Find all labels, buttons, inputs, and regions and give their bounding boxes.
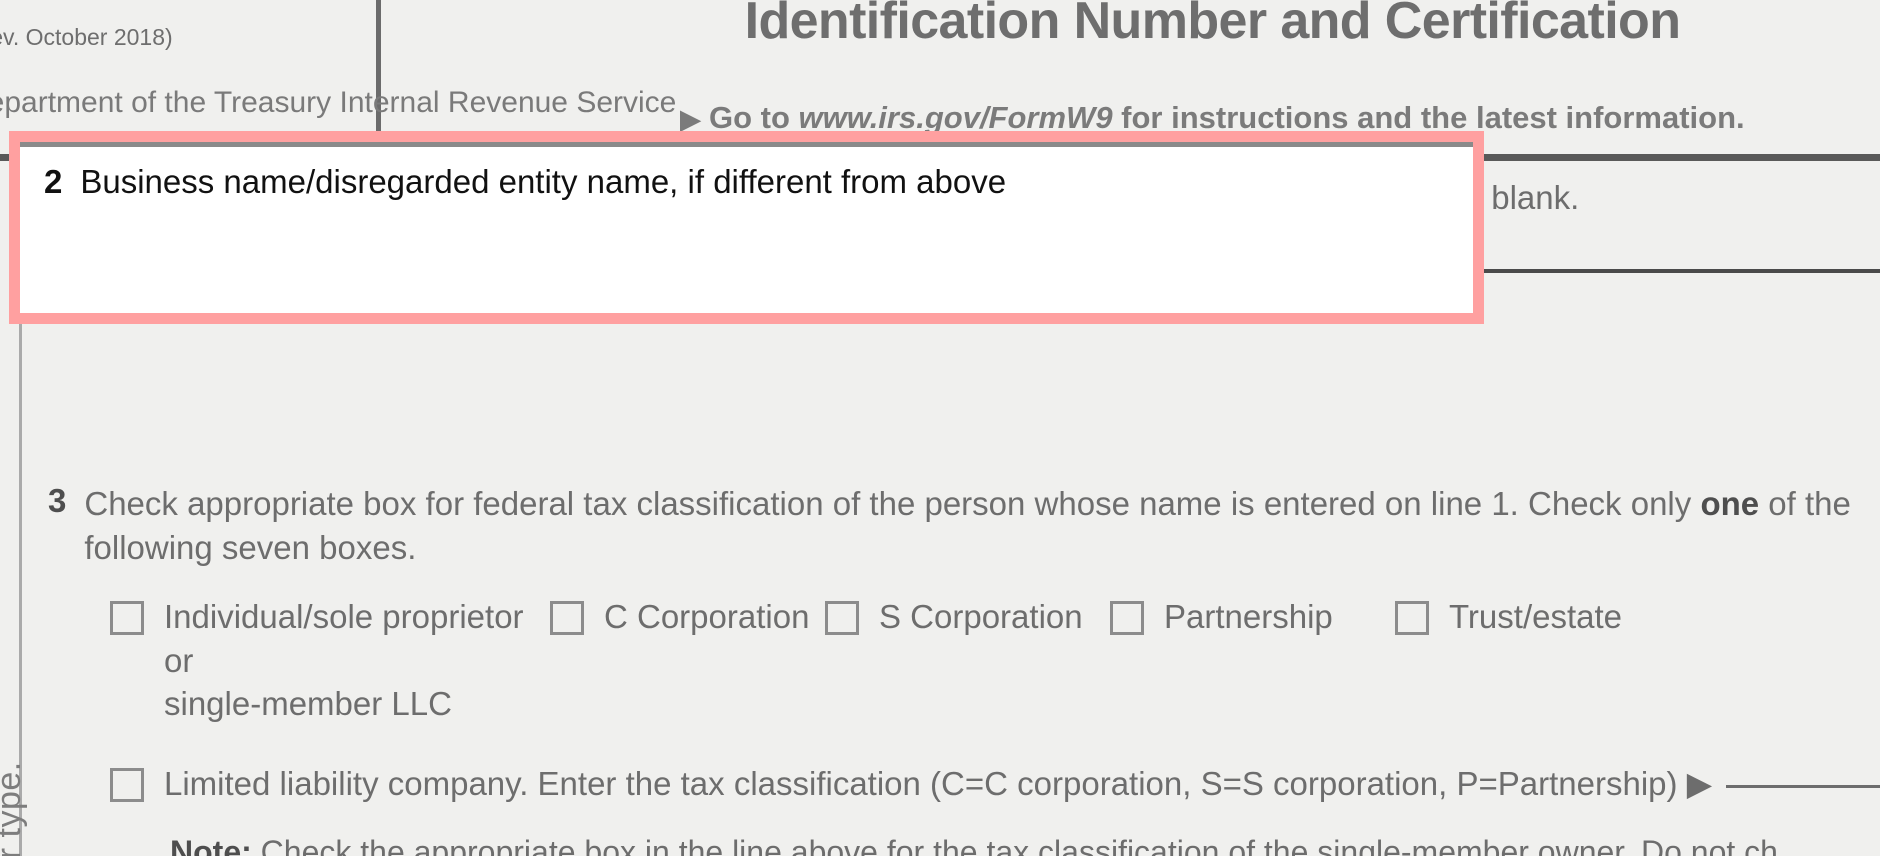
form-revision-date: (Rev. October 2018) (0, 24, 173, 50)
page-title: Request for Taxpayer Identification Numb… (381, 0, 1880, 53)
llc-label-text: Limited liability company. Enter the tax… (164, 764, 1678, 802)
irs-instructions-link-line: ▶ Go to www.irs.gov/FormW9 for instructi… (381, 100, 1880, 136)
line-2-label: Business name/disregarded entity name, i… (80, 163, 1007, 200)
checkbox-limited-liability-company[interactable]: Limited liability company. Enter the tax… (22, 762, 1880, 806)
form-number-w9: W-9 (72, 0, 296, 12)
checkbox-icon[interactable] (110, 601, 144, 636)
form-header: Form W-9 (Rev. October 2018) Department … (0, 0, 1880, 161)
left-gutter: Print or type. ific Instructions on page… (0, 161, 28, 856)
line-3-label: Check appropriate box for federal tax cl… (84, 482, 1850, 569)
checkbox-c-corporation[interactable]: C Corporation (550, 595, 825, 639)
checkbox-s-corporation[interactable]: S Corporation (825, 595, 1110, 639)
right-triangle-icon: ▶ (1686, 764, 1713, 802)
checkbox-partnership[interactable]: Partnership (1110, 595, 1395, 639)
checkbox-label: Individual/sole proprietor or single-mem… (164, 598, 524, 723)
note-line-1: Note: Check the appropriate box in the l… (170, 831, 1880, 856)
line-3-number: 3 (48, 482, 67, 519)
form-line-2[interactable]: 2 Business name/disregarded entity name,… (20, 142, 1473, 313)
line-3-label-emphasis: one (1700, 485, 1760, 522)
checkbox-icon[interactable] (110, 767, 144, 802)
llc-classification-input[interactable] (1726, 784, 1880, 788)
goto-prefix: Go to (708, 100, 799, 135)
form-w9-screenshot: Form W-9 (Rev. October 2018) Department … (0, 0, 1880, 856)
page-title-line2: Identification Number and Certification (744, 0, 1681, 51)
checkbox-icon[interactable] (1395, 601, 1429, 636)
note-prefix: Note: (170, 834, 252, 856)
checkbox-icon[interactable] (550, 601, 584, 636)
form-line-3: 3 Check appropriate box for federal tax … (22, 466, 1880, 856)
llc-label: Limited liability company. Enter the tax… (164, 762, 1880, 806)
checkbox-label: C Corporation (604, 598, 810, 636)
checkbox-label: S Corporation (879, 598, 1083, 636)
right-triangle-icon: ▶ (680, 104, 701, 134)
header-left-block: Form W-9 (Rev. October 2018) Department … (0, 0, 676, 154)
irs-url-link[interactable]: www.irs.gov/FormW9 (799, 100, 1113, 135)
line-2-number: 2 (44, 163, 63, 200)
checkbox-label: Trust/estate (1449, 598, 1623, 636)
checkbox-label: Partnership (1164, 598, 1333, 636)
checkbox-trust-estate[interactable]: Trust/estate (1395, 595, 1695, 639)
line-3-label-part1: Check appropriate box for federal tax cl… (84, 485, 1701, 522)
llc-note-block: Note: Check the appropriate box in the l… (22, 831, 1880, 856)
note-line-1-text: Check the appropriate box in the line ab… (251, 834, 1778, 856)
tax-classification-checkbox-row: Individual/sole proprietor or single-mem… (22, 595, 1880, 726)
line-3-label-part2: of the (1759, 485, 1851, 522)
checkbox-icon[interactable] (1110, 601, 1144, 636)
header-title-block: Request for Taxpayer Identification Numb… (381, 0, 1880, 154)
checkbox-icon[interactable] (825, 601, 859, 636)
form-page: Form W-9 (Rev. October 2018) Department … (0, 0, 1880, 856)
line-3-label-line2: following seven boxes. (84, 528, 417, 566)
goto-suffix: for instructions and the latest informat… (1112, 100, 1745, 135)
checkbox-individual-sole-proprietor[interactable]: Individual/sole proprietor or single-mem… (110, 595, 550, 726)
